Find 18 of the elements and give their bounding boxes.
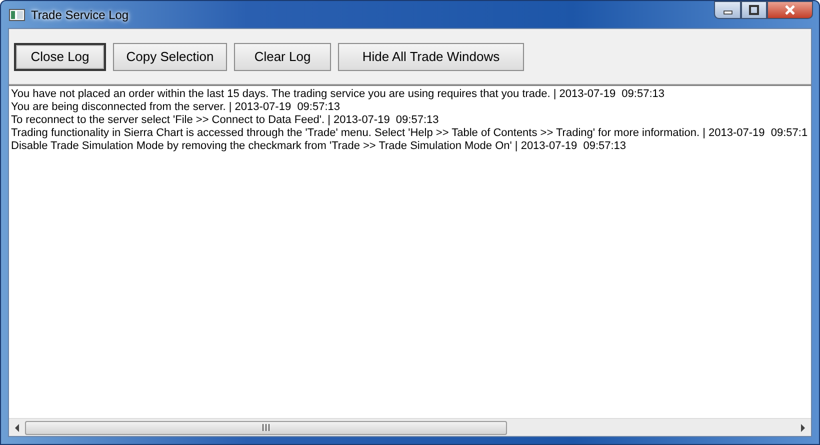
log-line: You have not placed an order within the last 15 days. The trading service you are using requires that you trade. | 2013-07-19 09:57:13 <box>11 88 665 101</box>
minimize-button[interactable] <box>714 1 741 19</box>
maximize-icon[interactable] <box>749 5 759 15</box>
scrollbar-thumb[interactable] <box>25 420 507 434</box>
close-button[interactable] <box>767 1 813 19</box>
log-line: Trading functionality in Sierra Chart is accessed through the 'Trade' menu. Select 'Help >> Table of Contents >> Trading' for more information. | 2013-07-19 09:57:1 <box>11 127 808 140</box>
toolbar-button[interactable]: Hide All Trade Windows <box>338 42 524 70</box>
window-title: Trade Service Log <box>31 8 129 22</box>
close-icon[interactable] <box>784 5 796 15</box>
app-icon <box>9 8 25 20</box>
log-line: You are being disconnected from the server. | 2013-07-19 09:57:13 <box>11 101 340 114</box>
maximize-button[interactable] <box>741 1 767 19</box>
toolbar-button[interactable]: Copy Selection <box>113 42 227 70</box>
horizontal-scrollbar[interactable] <box>9 418 811 436</box>
toolbar-button[interactable]: Close Log <box>14 42 106 70</box>
log-line: Disable Trade Simulation Mode by removing the checkmark from 'Trade >> Trade Simulation Mode On' | 2013-07-19 09:57:13 <box>11 140 626 153</box>
toolbar-button[interactable]: Clear Log <box>234 42 331 70</box>
log-line: To reconnect to the server select 'File >> Connect to Data Feed'. | 2013-07-19 09:57:13 <box>11 114 439 127</box>
